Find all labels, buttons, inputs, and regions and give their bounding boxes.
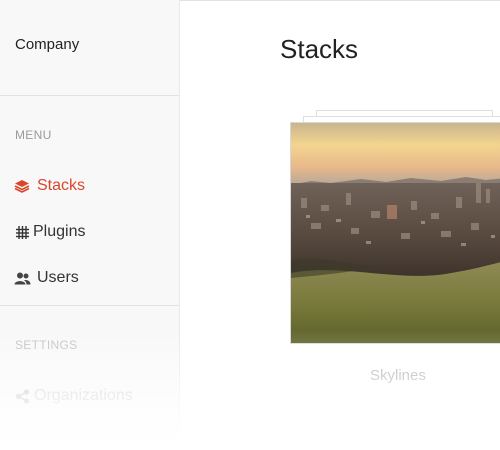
stack-cover-image [290,122,500,344]
sidebar-item-label: Plugins [33,223,86,240]
menu-section-label: MENU [15,128,52,142]
hashtag-icon [13,223,31,241]
share-icon [13,387,31,405]
sidebar-divider [0,95,179,96]
stack-name[interactable]: Skylines [370,367,426,384]
users-icon [13,269,31,287]
layers-icon [13,177,31,195]
sidebar: Company MENU Stacks Plugins Users SETTIN… [0,0,180,450]
sidebar-item-users[interactable]: Users [13,266,79,290]
sidebar-item-stacks[interactable]: Stacks [13,174,85,198]
sidebar-item-organizations[interactable]: Organizations [13,384,133,408]
company-name: Company [15,36,80,53]
settings-section-label: SETTINGS [15,338,78,352]
sidebar-item-label: Organizations [34,387,133,404]
sidebar-item-plugins[interactable]: Plugins [13,220,85,244]
page-title: Stacks [280,34,359,64]
sidebar-item-label: Users [37,269,79,286]
sidebar-divider [0,305,179,306]
sidebar-item-label: Stacks [37,177,86,194]
